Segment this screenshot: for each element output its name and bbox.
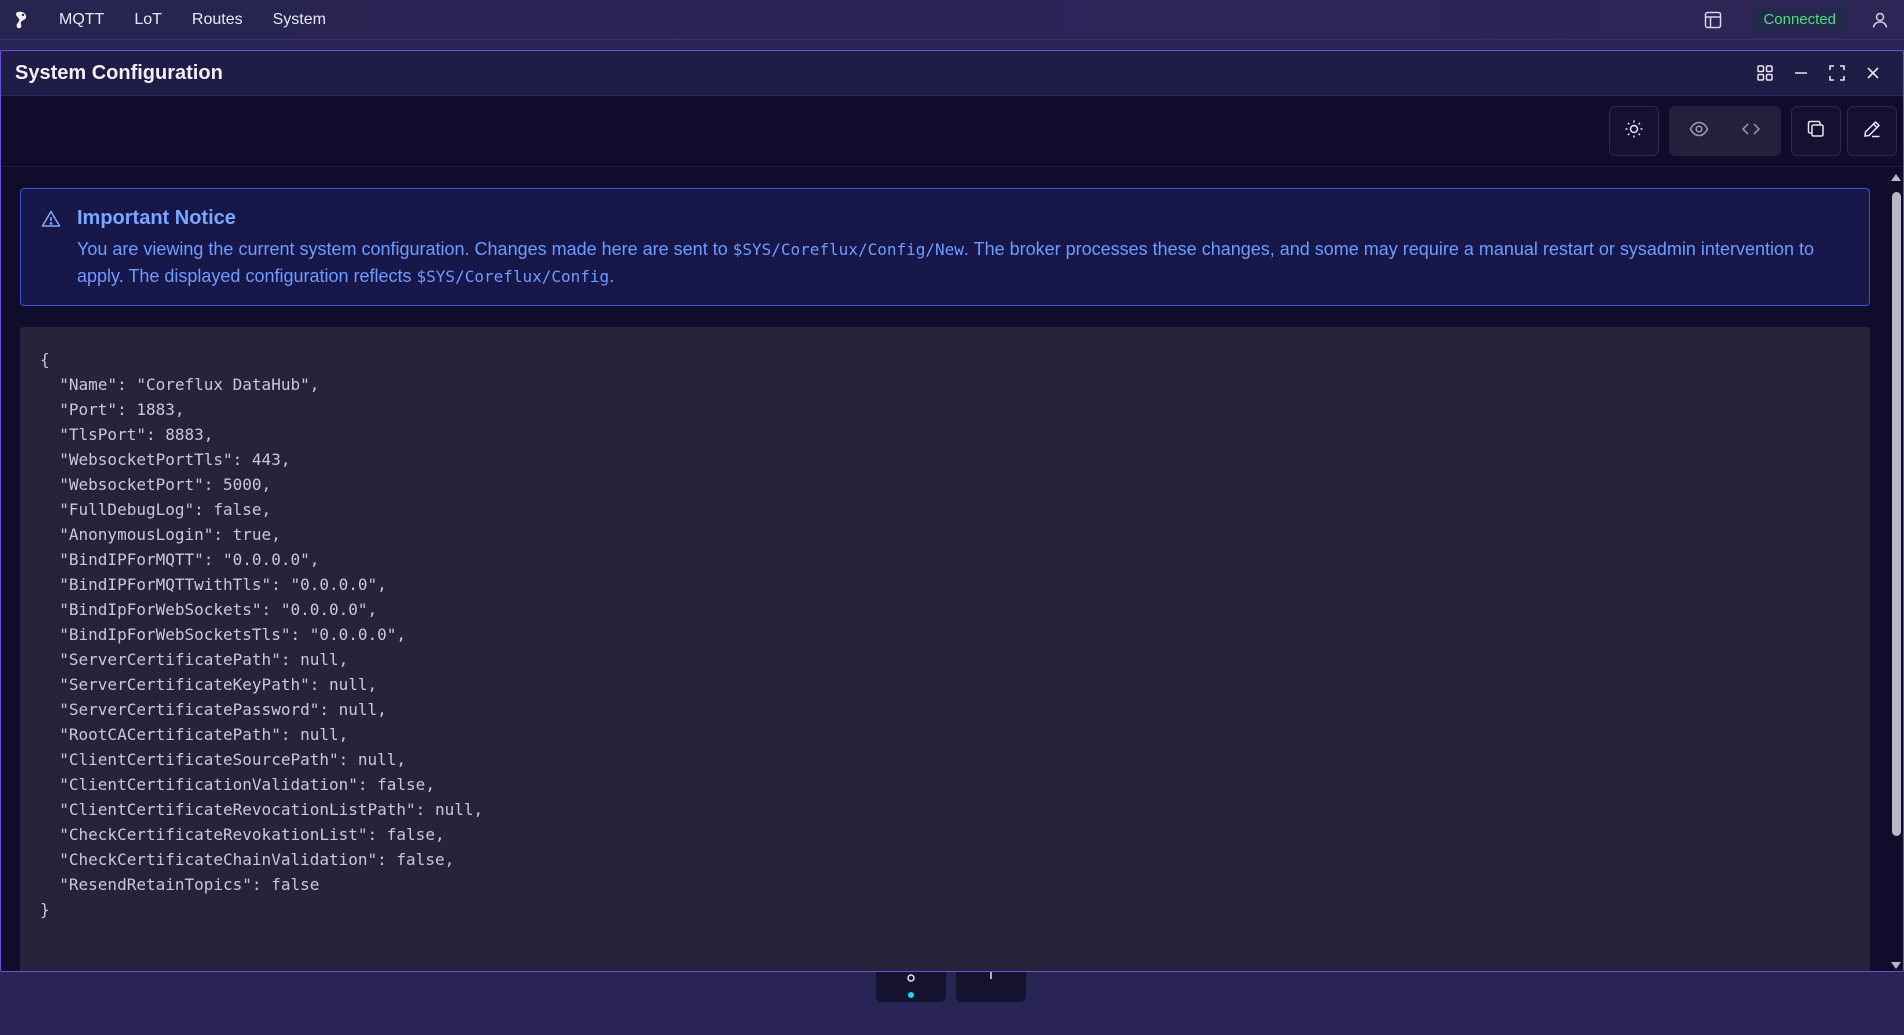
layout-toggle-icon[interactable] <box>1695 4 1731 36</box>
minimize-icon[interactable] <box>1785 57 1817 89</box>
copy-icon <box>1806 119 1826 144</box>
notice-text-part-1: You are viewing the current system confi… <box>77 239 733 259</box>
maximize-icon[interactable] <box>1821 57 1853 89</box>
config-line: "ServerCertificatePassword": null, <box>40 700 387 719</box>
notice-text-part-3: . <box>609 266 615 286</box>
coreflux-logo-icon[interactable] <box>0 0 44 40</box>
window-controls <box>1749 57 1889 89</box>
system-configuration-window: System Configuration Important Notice Yo… <box>0 50 1904 972</box>
preview-mode-button[interactable] <box>1673 106 1725 156</box>
config-line: "TlsPort": 8883, <box>40 425 214 444</box>
tile-windows-icon[interactable] <box>1749 57 1781 89</box>
nav-item-routes[interactable]: Routes <box>177 0 258 40</box>
nav-item-mqtt[interactable]: MQTT <box>44 0 119 40</box>
config-line: "WebsocketPortTls": 443, <box>40 450 291 469</box>
config-line: "ClientCertificateRevocationListPath": n… <box>40 800 484 819</box>
notice-title: Important Notice <box>77 207 236 229</box>
nav-item-lot[interactable]: LoT <box>119 0 177 40</box>
scroll-down-arrow-icon[interactable] <box>1891 962 1901 969</box>
config-line: "FullDebugLog": false, <box>40 500 272 519</box>
config-line: "CheckCertificateRevokationList": false, <box>40 825 445 844</box>
config-line: "BindIPForMQTTwithTls": "0.0.0.0", <box>40 575 387 594</box>
sun-icon <box>1624 119 1644 144</box>
config-line: "ClientCertificationValidation": false, <box>40 775 435 794</box>
config-line: "ClientCertificateSourcePath": null, <box>40 750 407 769</box>
config-json-viewer[interactable]: { "Name": "Coreflux DataHub", "Port": 18… <box>20 327 1870 971</box>
config-line: "ServerCertificateKeyPath": null, <box>40 675 378 694</box>
eye-icon <box>1689 119 1709 144</box>
window-content: Important Notice You are viewing the cur… <box>1 168 1889 971</box>
config-line: "BindIpForWebSockets": "0.0.0.0", <box>40 600 378 619</box>
warning-triangle-icon <box>41 209 61 234</box>
notice-topic-new: $SYS/Coreflux/Config/New <box>732 240 964 259</box>
code-icon <box>1741 119 1761 144</box>
pencil-icon <box>1862 119 1882 144</box>
config-line: "BindIpForWebSocketsTls": "0.0.0.0", <box>40 625 407 644</box>
config-line: "Name": "Coreflux DataHub", <box>40 375 320 394</box>
top-nav-bar: MQTT LoT Routes System Connected <box>0 0 1904 40</box>
scroll-up-arrow-icon[interactable] <box>1891 174 1901 181</box>
user-icon[interactable] <box>1862 2 1898 38</box>
config-line: "ResendRetainTopics": false <box>40 875 320 894</box>
config-line: "Port": 1883, <box>40 400 185 419</box>
config-line: "BindIPForMQTT": "0.0.0.0", <box>40 550 320 569</box>
edit-button[interactable] <box>1847 106 1897 156</box>
window-title: System Configuration <box>15 61 223 84</box>
config-line: "WebsocketPort": 5000, <box>40 475 272 494</box>
upload-icon <box>984 970 998 990</box>
nav-item-system[interactable]: System <box>258 0 341 40</box>
window-titlebar[interactable]: System Configuration <box>1 51 1903 96</box>
config-line: } <box>40 900 50 919</box>
config-line: "ServerCertificatePath": null, <box>40 650 349 669</box>
important-notice-banner: Important Notice You are viewing the cur… <box>20 188 1870 306</box>
config-line: "AnonymousLogin": true, <box>40 525 281 544</box>
config-line: "CheckCertificateChainValidation": false… <box>40 850 455 869</box>
notice-topic-config: $SYS/Coreflux/Config <box>416 267 610 286</box>
config-toolbar <box>1 96 1903 167</box>
scroll-thumb[interactable] <box>1892 192 1901 836</box>
connection-status-badge: Connected <box>1751 5 1848 34</box>
copy-button[interactable] <box>1791 106 1841 156</box>
content-scrollbar[interactable] <box>1889 168 1903 971</box>
notice-text: You are viewing the current system confi… <box>77 236 1849 290</box>
close-icon[interactable] <box>1857 57 1889 89</box>
config-line: "RootCACertificatePath": null, <box>40 725 349 744</box>
active-indicator-dot <box>908 992 914 998</box>
topbar-right-group: Connected <box>1695 0 1904 40</box>
view-mode-toggle <box>1669 106 1781 156</box>
code-mode-button[interactable] <box>1725 106 1777 156</box>
config-line: { <box>40 350 50 369</box>
theme-toggle-button[interactable] <box>1609 106 1659 156</box>
